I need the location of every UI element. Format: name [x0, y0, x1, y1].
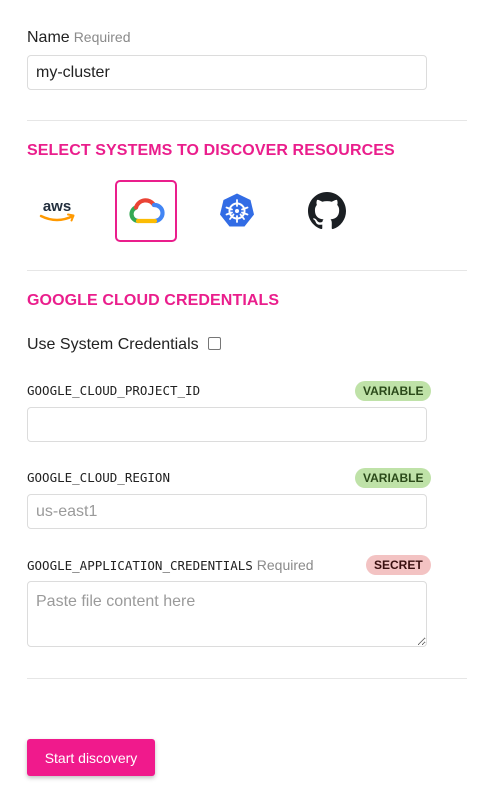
provider-aws-button[interactable]: aws	[26, 180, 88, 242]
provider-kubernetes-button[interactable]	[206, 180, 268, 242]
aws-icon: aws	[39, 198, 75, 222]
use-system-credentials-checkbox[interactable]	[208, 337, 221, 350]
divider	[27, 120, 467, 121]
project-id-input[interactable]	[27, 407, 427, 442]
application-credentials-textarea[interactable]	[27, 581, 427, 647]
discovery-form: NameRequired SELECT SYSTEMS TO DISCOVER …	[0, 0, 492, 805]
secret-badge: SECRET	[366, 555, 431, 575]
name-label: Name Required	[27, 29, 131, 47]
divider	[27, 678, 467, 679]
google-cloud-icon	[129, 198, 165, 224]
required-hint: Required	[256, 557, 314, 573]
github-icon	[308, 192, 346, 230]
name-label-text: Name	[27, 29, 70, 46]
name-input[interactable]	[27, 55, 427, 90]
credentials-section-title: GOOGLE CLOUD CREDENTIALS	[27, 292, 280, 309]
start-discovery-button[interactable]: Start discovery	[27, 739, 155, 776]
region-key: GOOGLE_CLOUD_REGION	[27, 470, 170, 485]
provider-google-cloud-button[interactable]	[115, 180, 177, 242]
variable-badge: VARIABLE	[355, 468, 432, 488]
region-input[interactable]	[27, 494, 427, 529]
project-id-label: GOOGLE_CLOUD_PROJECT_ID	[27, 383, 200, 398]
application-credentials-label: GOOGLE_APPLICATION_CREDENTIALS Required	[27, 557, 314, 573]
kubernetes-icon	[220, 193, 254, 227]
required-hint: Required	[73, 29, 131, 45]
application-credentials-key: GOOGLE_APPLICATION_CREDENTIALS	[27, 558, 253, 573]
project-id-key: GOOGLE_CLOUD_PROJECT_ID	[27, 383, 201, 398]
aws-logo-text: aws	[43, 198, 71, 215]
divider	[27, 270, 467, 271]
systems-section-title: SELECT SYSTEMS TO DISCOVER RESOURCES	[27, 142, 395, 159]
provider-github-button[interactable]	[296, 180, 358, 242]
region-label: GOOGLE_CLOUD_REGION	[27, 470, 170, 485]
use-system-credentials-label: Use System Credentials	[27, 336, 199, 353]
variable-badge: VARIABLE	[355, 381, 432, 401]
